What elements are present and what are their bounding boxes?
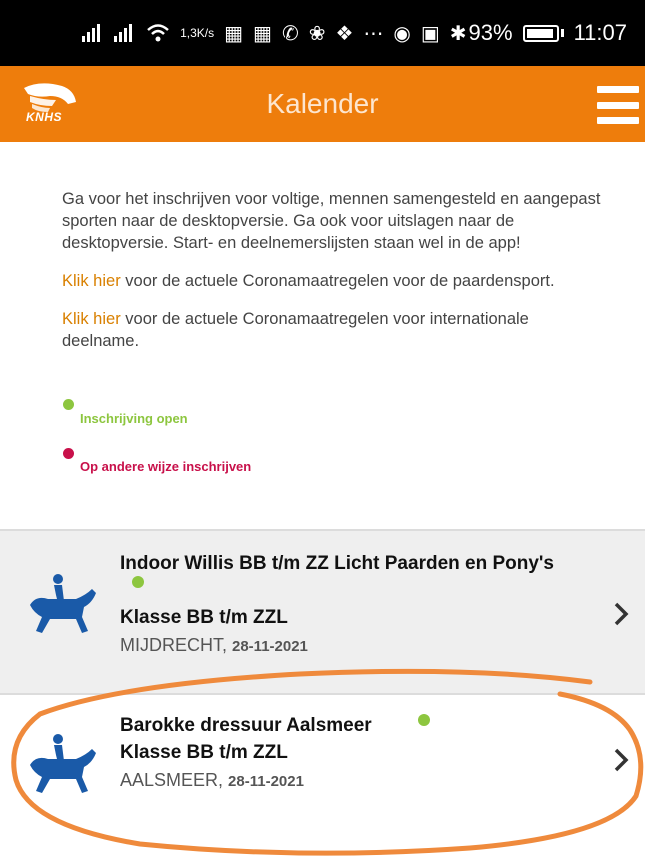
signal-icon (82, 24, 104, 42)
logo-text: KNHS (26, 110, 63, 124)
news-icon: ❀ (308, 22, 326, 45)
event-date: 28-11-2021 (228, 773, 304, 790)
wifi-icon (146, 24, 170, 42)
event-row[interactable]: Indoor Willis BB t/m ZZ Licht Paarden en… (0, 531, 645, 693)
legend-open-dot (63, 399, 74, 410)
horse-rider-icon (30, 574, 96, 633)
event-location: AALSMEER, 28-11-2021 (120, 770, 304, 790)
info-paragraph: Ga voor het inschrijven voor voltige, me… (62, 190, 601, 252)
event-location: MIJDRECHT, 28-11-2021 (120, 635, 308, 655)
corona-international-link[interactable]: Klik hier (62, 310, 121, 328)
corona-international-paragraph: Klik hier voor de actuele Coronamaatrege… (62, 310, 529, 350)
battery-icon (522, 24, 564, 42)
event-class: Klasse BB t/m ZZL (120, 742, 288, 763)
event-row[interactable]: Barokke dressuur Aalsmeer Klasse BB t/m … (0, 695, 645, 840)
event-title: Barokke dressuur Aalsmeer (120, 715, 372, 736)
registration-open-dot (418, 714, 430, 726)
notification-icon-2: ▦ (253, 22, 272, 45)
registration-open-dot (132, 576, 144, 588)
signal-icon-2 (114, 24, 136, 42)
event-class: Klasse BB t/m ZZL (120, 607, 288, 628)
info-section: Ga voor het inschrijven voor voltige, me… (62, 188, 602, 368)
notification-icon: ▦ (224, 22, 244, 45)
eye-icon: ◉ (393, 22, 411, 45)
corona-sport-paragraph: Klik hier voor de actuele Coronamaatrege… (62, 272, 555, 290)
event-date: 28-11-2021 (232, 638, 308, 655)
legend-other-dot (63, 448, 74, 459)
more-icon: ⋯ (363, 22, 384, 45)
battery-percent: 93% (468, 20, 513, 45)
app-header: KNHS Kalender (0, 66, 645, 142)
chevron-right-icon[interactable] (611, 601, 631, 627)
whatsapp-icon: ✆ (281, 22, 299, 45)
legend-other-label: Op andere wijze inschrijven (80, 459, 252, 474)
corona-sport-link[interactable]: Klik hier (62, 272, 121, 290)
network-speed: 1,3 K/s (180, 26, 215, 40)
status-bar: 1,3 K/s ▦ ▦ ✆ ❀ ❖ ⋯ ◉ ▣ ✱ 93% 11:07 (0, 0, 645, 66)
legend-open-label: Inschrijving open (80, 411, 188, 426)
event-title: Indoor Willis BB t/m ZZ Licht Paarden en… (120, 553, 555, 574)
page-title: Kalender (266, 88, 379, 119)
clock: 11:07 (573, 20, 627, 45)
hamburger-menu-icon[interactable] (597, 86, 639, 124)
chevron-right-icon[interactable] (611, 747, 631, 773)
dropbox-icon: ❖ (335, 22, 354, 45)
horse-rider-icon (30, 734, 96, 793)
bluetooth-icon: ✱ (449, 22, 467, 45)
nfc-icon: ▣ (420, 22, 440, 45)
